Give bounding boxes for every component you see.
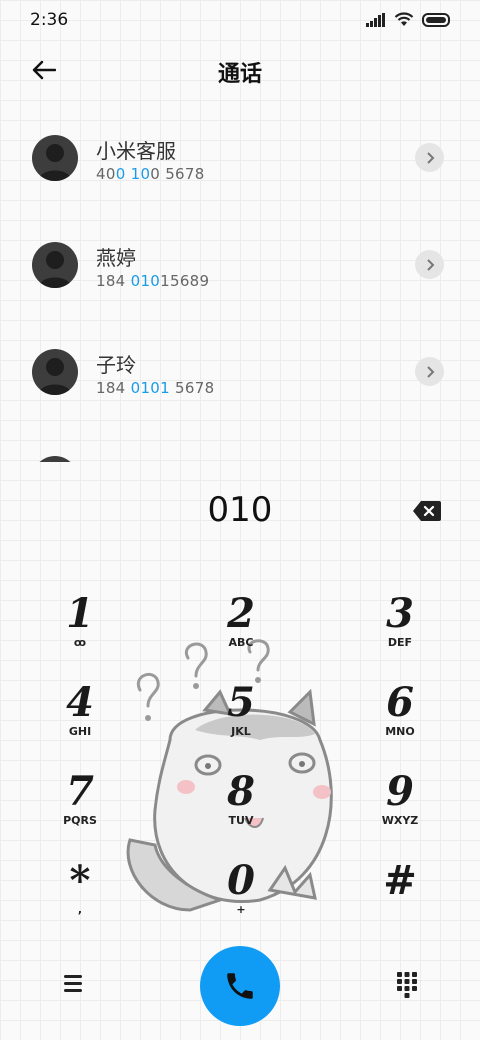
key-letters: GHI [68,725,92,738]
contact-name: 燕婷 [96,246,136,270]
key-2[interactable]: 2 ABC [196,592,286,662]
contact-item[interactable]: 小米客服 400 100 5678 [0,104,480,204]
key-digit: 5 [227,679,255,726]
key-star[interactable]: * , [35,859,125,929]
key-8[interactable]: 8 TUV [196,770,286,840]
key-5[interactable]: 5 JKL [196,681,286,751]
key-letters: JKL [231,725,251,738]
avatar [32,349,78,395]
phone-icon [227,973,253,999]
contact-list: 小米客服 400 100 5678 燕婷 184 01015689 子玲 184… [0,104,480,462]
key-letters: DEF [387,636,413,649]
key-digit: 3 [386,590,414,637]
key-digit: 9 [386,768,414,815]
key-digit: 4 [66,679,94,726]
key-digit: 7 [66,768,94,815]
key-digit: 2 [227,590,255,637]
wifi-icon [394,12,414,26]
key-digit: 6 [386,679,414,726]
key-6[interactable]: 6 MNO [355,681,445,751]
chevron-right-icon [426,151,434,164]
header: 通话 [0,44,480,102]
battery-icon [422,12,450,27]
avatar [32,135,78,181]
key-letters: WXYZ [381,814,419,827]
person-icon [38,358,72,395]
chevron-right-icon [426,258,434,271]
key-digit: 0 [227,857,255,904]
key-7[interactable]: 7 PQRS [35,770,125,840]
avatar [32,242,78,288]
key-letters: MNO [385,725,415,738]
dial-input[interactable]: 010 [0,490,480,530]
key-digit: 1 [66,590,94,637]
key-letters: + [236,903,246,916]
dialpad-toggle-button[interactable] [394,970,420,1000]
call-button[interactable] [200,946,280,1026]
menu-button[interactable] [60,972,88,996]
key-letters: , [77,903,83,916]
chevron-right-icon [426,365,434,378]
key-digit: * [69,857,91,904]
page-title: 通话 [217,62,262,87]
avatar [32,456,78,462]
status-icons [366,12,452,27]
backspace-button[interactable] [412,500,442,522]
status-bar: 2:36 [0,0,480,44]
contact-detail-button[interactable] [415,250,444,279]
contact-item[interactable]: 燕婷 184 01015689 [0,211,480,311]
key-9[interactable]: 9 WXYZ [355,770,445,840]
key-3[interactable]: 3 DEF [355,592,445,662]
backspace-icon [413,501,441,521]
bottom-bar [0,940,480,1040]
key-0[interactable]: 0 + [196,859,286,929]
dialpad-icon [397,972,417,998]
contact-detail-button[interactable] [415,143,444,172]
contact-number: 184 01015689 [96,272,210,290]
key-letters: PQRS [63,814,97,827]
key-digit: 8 [227,768,255,815]
signal-icon [366,12,385,27]
contact-item[interactable]: 子玲 184 0101 5678 [0,318,480,418]
contact-name: 小米客服 [96,139,176,163]
menu-icon [64,975,82,992]
contact-number: 184 0101 5678 [96,379,215,397]
key-letters: TUV [228,814,254,827]
status-time: 2:36 [30,10,69,30]
key-4[interactable]: 4 GHI [35,681,125,751]
contact-name: 子玲 [96,353,136,377]
key-letters: ABC [228,636,254,649]
person-icon [38,144,72,181]
contact-detail-button[interactable] [415,357,444,386]
key-1[interactable]: 1 ꝏ [35,592,125,662]
contact-number: 400 100 5678 [96,165,205,183]
key-digit: # [383,857,417,904]
contact-item-partial[interactable] [0,425,480,462]
person-icon [38,251,72,288]
voicemail-icon: ꝏ [73,636,87,649]
key-hash[interactable]: # [355,859,445,929]
